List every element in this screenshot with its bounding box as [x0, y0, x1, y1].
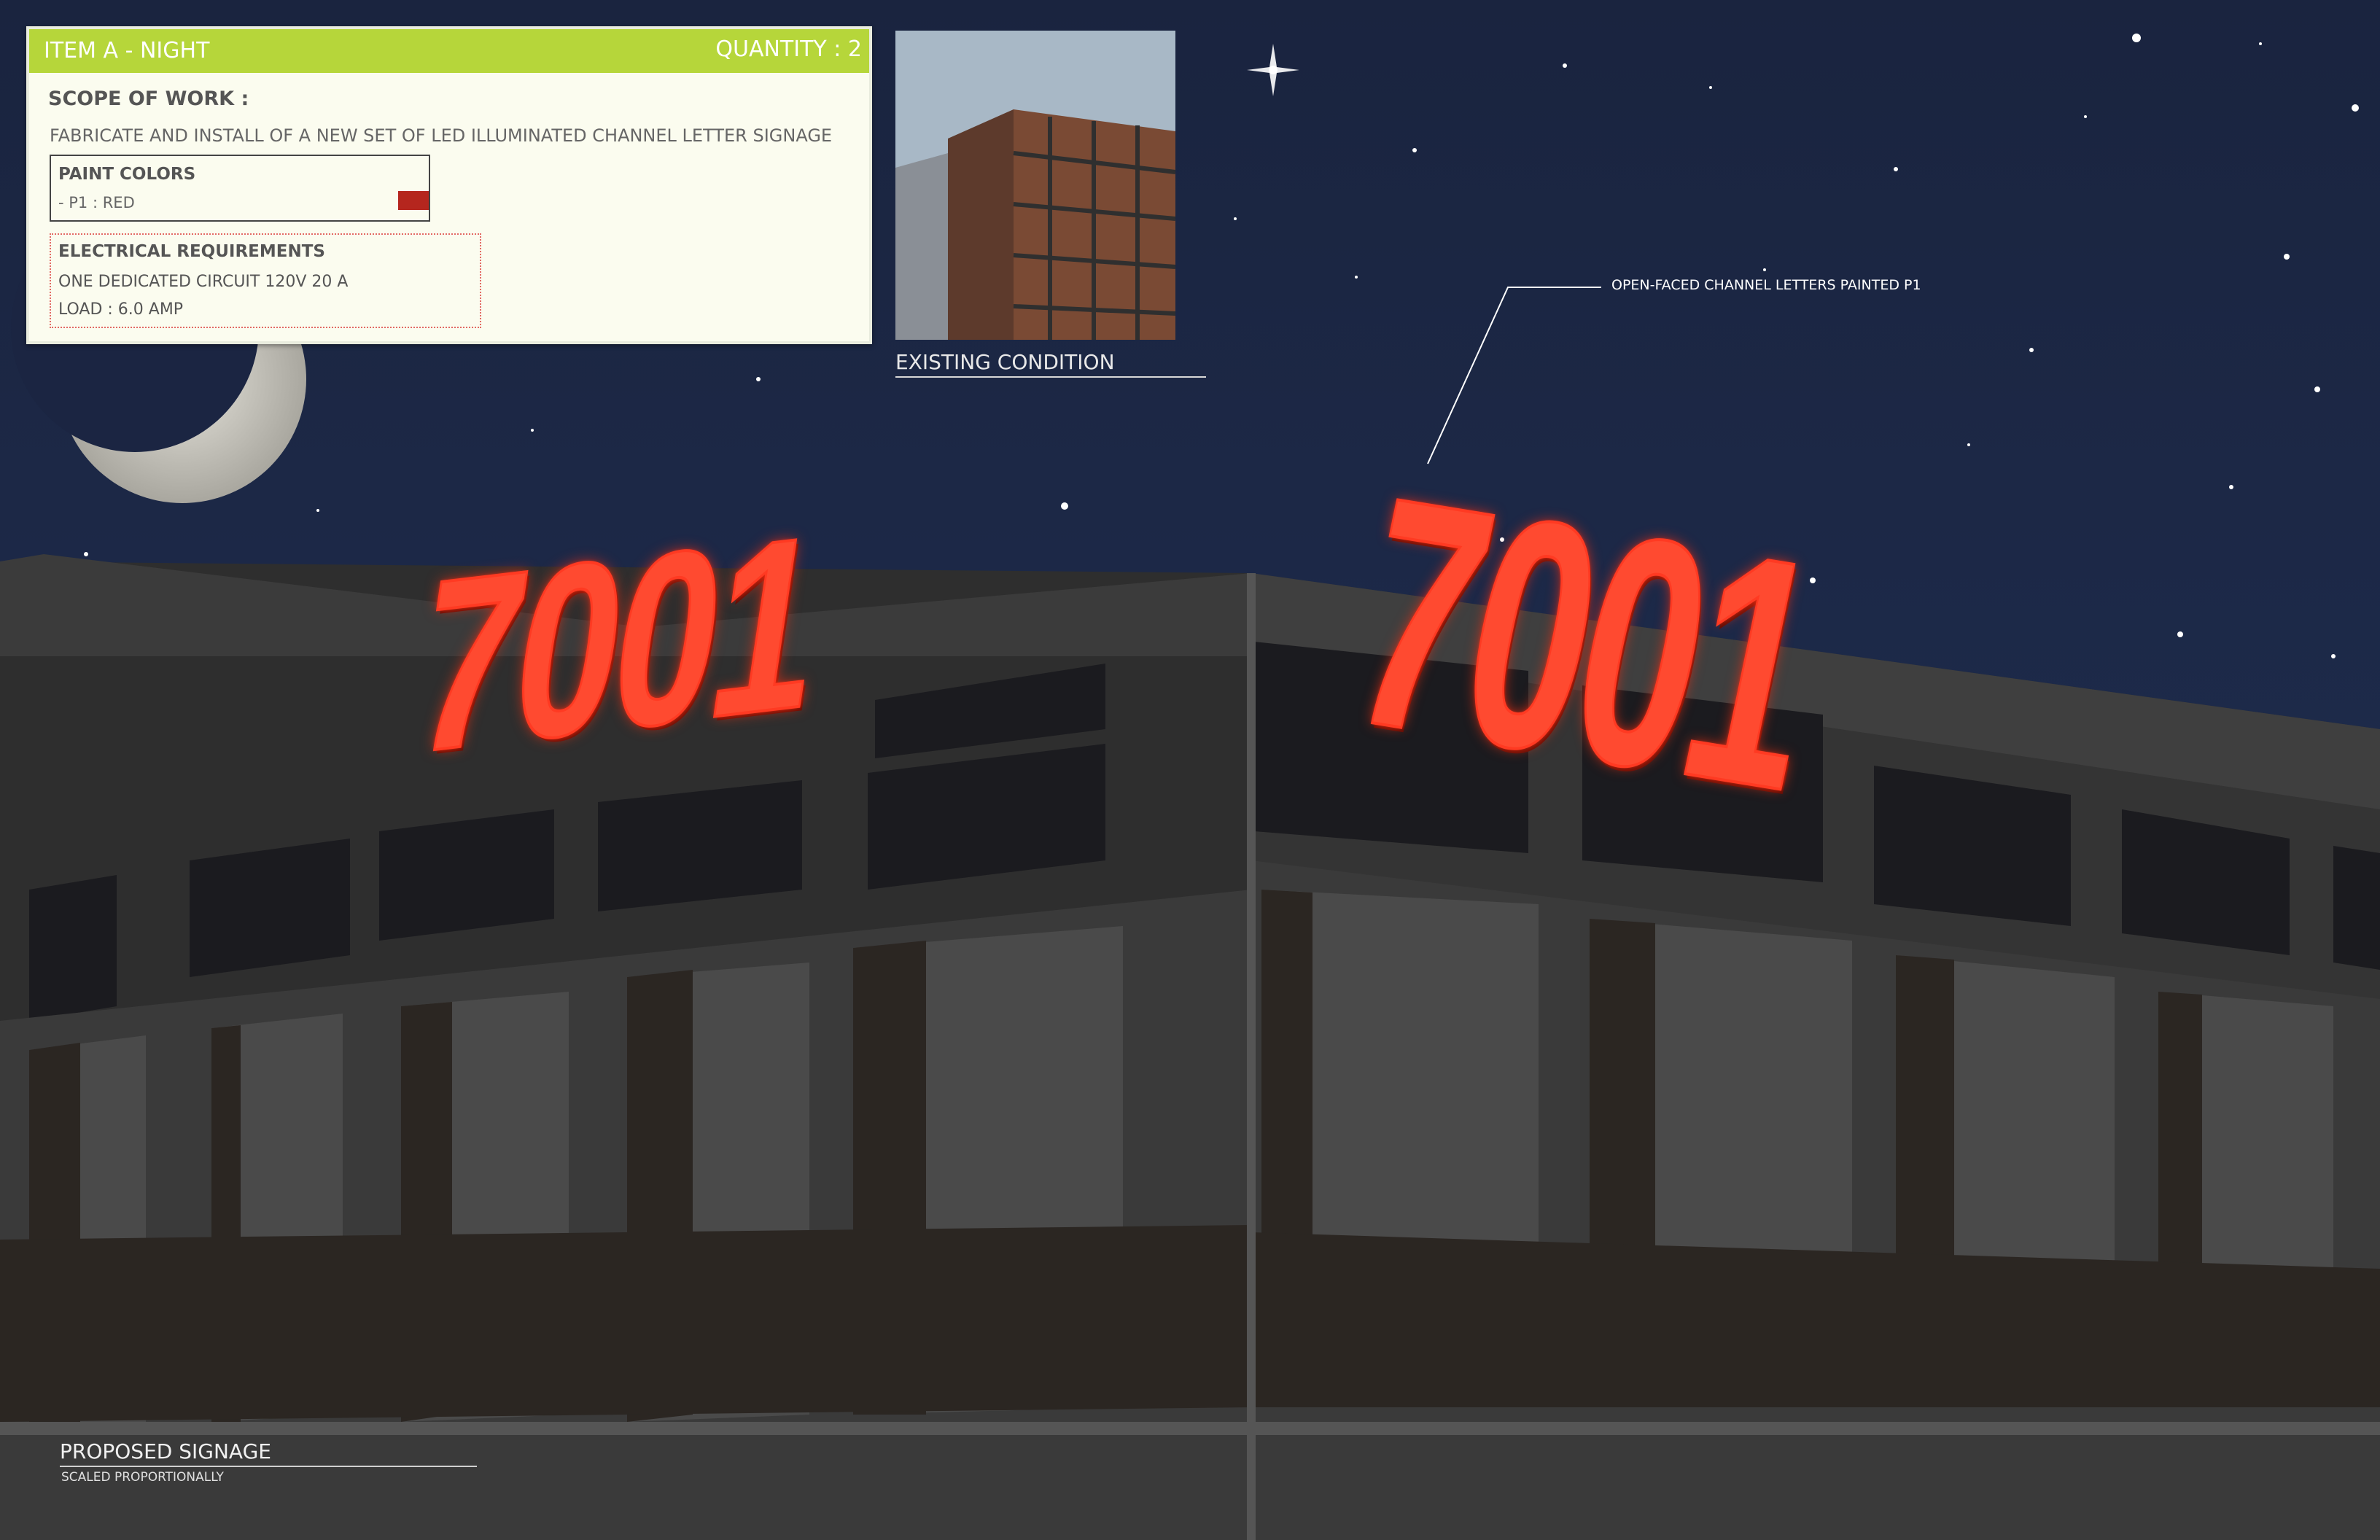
- electrical-header: ELECTRICAL REQUIREMENTS: [58, 242, 325, 261]
- quantity-label: QUANTITY : 2: [715, 36, 862, 62]
- building: [0, 554, 2380, 1540]
- paint-color-item: - P1 : RED: [58, 194, 135, 211]
- item-title: ITEM A - NIGHT: [44, 38, 210, 63]
- proposed-signage-label: PROPOSED SIGNAGE: [60, 1439, 271, 1463]
- proposed-signage-rule: [60, 1466, 477, 1467]
- electrical-box: ELECTRICAL REQUIREMENTS ONE DEDICATED CI…: [50, 233, 481, 328]
- scope-label: SCOPE OF WORK :: [48, 88, 249, 110]
- scope-text: FABRICATE AND INSTALL OF A NEW SET OF LE…: [50, 125, 833, 146]
- electrical-circuit: ONE DEDICATED CIRCUIT 120V 20 A: [58, 273, 349, 291]
- info-card: ITEM A - NIGHT QUANTITY : 2 SCOPE OF WOR…: [26, 26, 872, 344]
- existing-condition-rule: [895, 376, 1206, 378]
- sign-right: 7001: [1327, 429, 1843, 859]
- card-header: ITEM A - NIGHT QUANTITY : 2: [29, 29, 869, 73]
- callout-text: OPEN-FACED CHANNEL LETTERS PAINTED P1: [1611, 277, 1921, 293]
- existing-condition-photo: [895, 31, 1176, 340]
- existing-condition-label: EXISTING CONDITION: [895, 350, 1115, 374]
- electrical-load: LOAD : 6.0 AMP: [58, 300, 184, 319]
- sign-left: 7001: [399, 482, 836, 807]
- paint-swatch: [398, 191, 429, 210]
- paint-colors-box: PAINT COLORS - P1 : RED: [50, 155, 430, 222]
- paint-colors-header: PAINT COLORS: [58, 165, 196, 184]
- proposed-signage-sub: SCALED PROPORTIONALLY: [61, 1470, 224, 1485]
